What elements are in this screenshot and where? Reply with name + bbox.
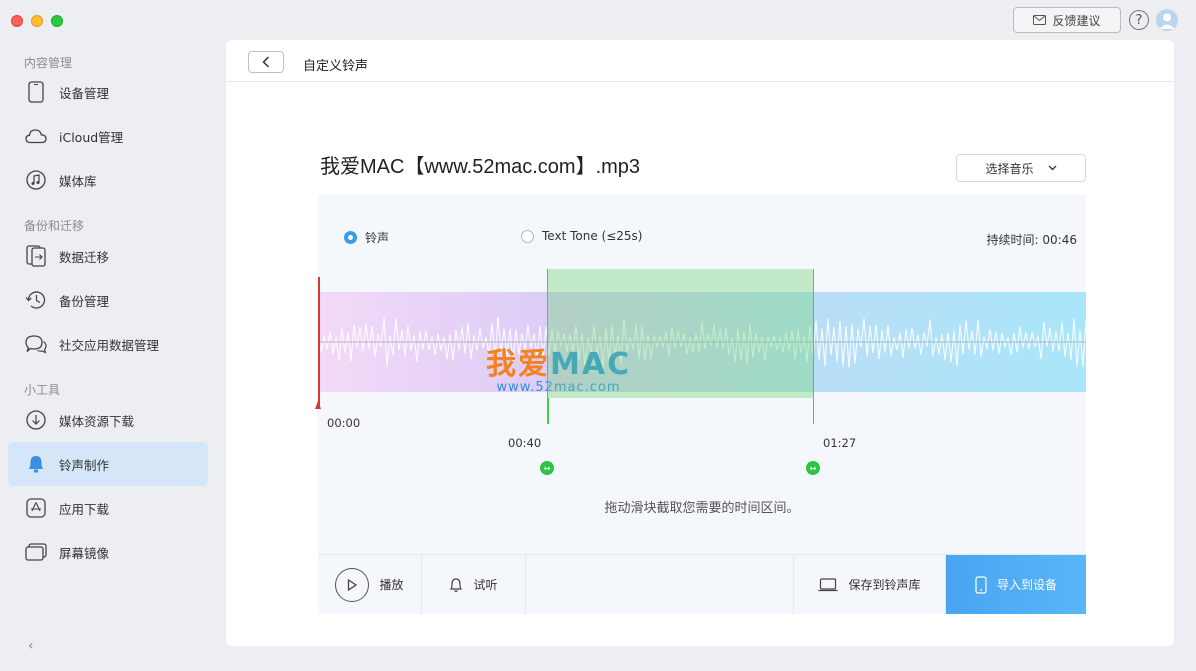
- sidebar-item-device-manager[interactable]: 设备管理: [8, 70, 208, 114]
- save-label: 保存到铃声库: [848, 578, 921, 592]
- import-to-device-button[interactable]: 导入到设备: [946, 555, 1086, 614]
- device-icon: [975, 575, 987, 594]
- minimize-window-button[interactable]: [31, 15, 43, 27]
- chevron-left-icon: [262, 56, 270, 68]
- feedback-label: 反馈建议: [1052, 13, 1101, 28]
- time-selection-start: 00:40: [508, 436, 542, 450]
- play-icon: [335, 567, 370, 602]
- sidebar: 内容管理 设备管理 iCloud管理 媒体库 备份和迁移 数据迁移 备份管理 社…: [0, 40, 216, 671]
- playhead[interactable]: [318, 277, 320, 408]
- file-title: 我爱MAC【www.52mac.com】.mp3: [320, 156, 641, 178]
- bell-outline-icon: [450, 577, 463, 592]
- laptop-icon: [818, 577, 838, 591]
- main-panel: 自定义铃声 我爱MAC【www.52mac.com】.mp3 选择音乐 铃声 T…: [226, 40, 1174, 646]
- select-music-label: 选择音乐: [985, 161, 1034, 176]
- end-handle-stem: [812, 398, 814, 424]
- window-controls: [11, 15, 63, 27]
- duration-label: 持续时间: 00:46: [986, 233, 1077, 247]
- sidebar-item-label: iCloud管理: [59, 129, 124, 145]
- start-handle[interactable]: ↔: [540, 461, 554, 475]
- sidebar-group-title: 备份和迁移: [24, 219, 85, 233]
- help-button[interactable]: ?: [1129, 10, 1149, 30]
- ringtone-editor: 铃声 Text Tone (≤25s) 持续时间: 00:46 我爱MAC ww…: [315, 195, 1086, 614]
- back-button[interactable]: [248, 51, 284, 73]
- avatar[interactable]: [1156, 9, 1178, 31]
- history-icon: [25, 289, 47, 311]
- sidebar-item-label: 备份管理: [59, 293, 110, 309]
- chevron-down-icon: [1048, 165, 1056, 171]
- playhead-marker: [315, 401, 321, 409]
- collapse-sidebar-button[interactable]: ‹: [28, 638, 34, 654]
- sidebar-item-label: 数据迁移: [59, 249, 110, 265]
- ringtone-option[interactable]: 铃声: [344, 229, 389, 246]
- ringtone-radio[interactable]: [344, 231, 357, 244]
- phone-icon: [25, 81, 47, 103]
- zoom-window-button[interactable]: [51, 15, 63, 27]
- user-icon: [1159, 13, 1175, 29]
- text-tone-radio[interactable]: [521, 229, 534, 243]
- chevron-left-icon: ‹: [28, 638, 34, 654]
- close-window-button[interactable]: [11, 15, 23, 27]
- sidebar-item-label: 铃声制作: [59, 457, 110, 473]
- sidebar-item-label: 媒体库: [59, 173, 97, 189]
- sidebar-item-social-data[interactable]: 社交应用数据管理: [8, 322, 208, 366]
- bell-icon: [25, 453, 47, 475]
- start-handle-stem: [547, 398, 549, 424]
- mail-icon: [1033, 15, 1047, 25]
- sidebar-item-label: 屏幕镜像: [59, 545, 110, 561]
- mirror-icon: [25, 541, 47, 563]
- action-bar-spacer: [526, 555, 794, 614]
- help-icon: ?: [1135, 12, 1143, 28]
- page-title: 自定义铃声: [303, 59, 369, 74]
- transfer-icon: [25, 245, 47, 267]
- sidebar-item-media-download[interactable]: 媒体资源下载: [8, 398, 208, 442]
- drag-hint: 拖动滑块截取您需要的时间区间。: [604, 501, 800, 516]
- watermark-cn: 我爱: [486, 347, 550, 382]
- sidebar-item-label: 媒体资源下载: [59, 413, 135, 429]
- save-to-library-button[interactable]: 保存到铃声库: [794, 555, 946, 614]
- sidebar-item-label: 社交应用数据管理: [59, 337, 160, 353]
- app-store-icon: [25, 497, 47, 519]
- end-handle[interactable]: ↔: [806, 461, 820, 475]
- time-selection-end: 01:27: [823, 436, 857, 450]
- sidebar-item-backup-manager[interactable]: 备份管理: [8, 278, 208, 322]
- sidebar-item-ringtone-maker[interactable]: 铃声制作: [8, 442, 208, 486]
- sidebar-item-label: 设备管理: [59, 85, 110, 101]
- time-start: 00:00: [327, 416, 361, 430]
- sidebar-group-title: 小工具: [24, 383, 61, 397]
- drag-icon: ↔: [809, 463, 817, 473]
- sidebar-item-media-library[interactable]: 媒体库: [8, 158, 208, 202]
- preview-button[interactable]: 试听: [422, 555, 526, 614]
- import-label: 导入到设备: [996, 578, 1057, 592]
- sidebar-item-label: 应用下载: [59, 501, 110, 517]
- play-label: 播放: [379, 578, 404, 592]
- panel-header: 自定义铃声: [226, 40, 1174, 82]
- sidebar-item-icloud[interactable]: iCloud管理: [8, 114, 208, 158]
- play-button[interactable]: 播放: [318, 555, 422, 614]
- feedback-button[interactable]: 反馈建议: [1013, 7, 1121, 33]
- sidebar-item-screen-mirror[interactable]: 屏幕镜像: [8, 530, 208, 574]
- text-tone-option[interactable]: Text Tone (≤25s): [521, 229, 642, 243]
- text-tone-option-label: Text Tone (≤25s): [542, 229, 643, 243]
- download-icon: [25, 409, 47, 431]
- sidebar-group-title: 内容管理: [24, 56, 73, 70]
- action-bar: 播放 试听 保存到铃声库 导入到设备: [318, 554, 1086, 614]
- select-music-dropdown[interactable]: 选择音乐: [956, 154, 1086, 182]
- drag-icon: ↔: [543, 463, 551, 473]
- chat-icon: [25, 333, 47, 355]
- ringtone-option-label: 铃声: [365, 231, 390, 245]
- sidebar-item-data-migration[interactable]: 数据迁移: [8, 234, 208, 278]
- music-note-icon: [25, 169, 47, 191]
- sidebar-item-app-download[interactable]: 应用下载: [8, 486, 208, 530]
- preview-label: 试听: [473, 578, 498, 592]
- cloud-icon: [25, 125, 47, 147]
- selected-range[interactable]: [547, 269, 814, 398]
